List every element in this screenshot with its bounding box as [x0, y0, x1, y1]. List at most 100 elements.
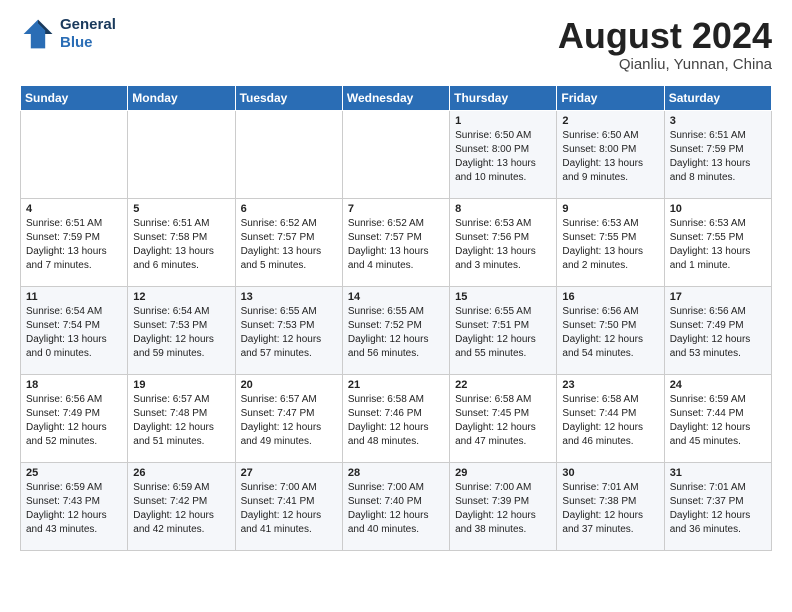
location: Qianliu, Yunnan, China [558, 56, 772, 73]
calendar-cell: 2 Sunrise: 6:50 AM Sunset: 8:00 PM Daylig… [557, 110, 664, 198]
calendar-cell: 14 Sunrise: 6:55 AM Sunset: 7:52 PM Dayli… [342, 286, 449, 374]
col-saturday: Saturday [664, 85, 771, 110]
logo-text: General Blue [60, 16, 116, 52]
day-info: Sunrise: 7:01 AM Sunset: 7:37 PM Dayligh… [670, 481, 766, 537]
day-number: 30 [562, 467, 658, 479]
day-number: 31 [670, 467, 766, 479]
calendar-cell: 5Sunrise: 6:51 AM Sunset: 7:58 PM Daylig… [128, 198, 235, 286]
day-info: Sunrise: 6:57 AM Sunset: 7:47 PM Dayligh… [241, 393, 337, 449]
day-info: Sunrise: 6:51 AM Sunset: 7:59 PM Dayligh… [26, 217, 122, 273]
day-number: 9 [562, 203, 658, 215]
col-tuesday: Tuesday [235, 85, 342, 110]
day-info: Sunrise: 6:50 AM Sunset: 8:00 PM Dayligh… [562, 129, 658, 185]
day-number: 2 [562, 115, 658, 127]
day-number: 21 [348, 379, 444, 391]
day-info: Sunrise: 6:59 AM Sunset: 7:44 PM Dayligh… [670, 393, 766, 449]
page: General Blue August 2024 Qianliu, Yunnan… [0, 0, 792, 567]
day-number: 24 [670, 379, 766, 391]
day-number: 11 [26, 291, 122, 303]
day-info: Sunrise: 7:00 AM Sunset: 7:39 PM Dayligh… [455, 481, 551, 537]
day-number: 27 [241, 467, 337, 479]
calendar-cell: 25 Sunrise: 6:59 AM Sunset: 7:43 PM Dayli… [21, 462, 128, 550]
day-number: 16 [562, 291, 658, 303]
day-info: Sunrise: 6:51 AM Sunset: 7:58 PM Dayligh… [133, 217, 229, 273]
day-info: Sunrise: 6:56 AM Sunset: 7:49 PM Dayligh… [670, 305, 766, 361]
day-number: 1 [455, 115, 551, 127]
day-info: Sunrise: 6:54 AM Sunset: 7:53 PM Dayligh… [133, 305, 229, 361]
day-info: Sunrise: 6:58 AM Sunset: 7:46 PM Dayligh… [348, 393, 444, 449]
calendar-cell: 19Sunrise: 6:57 AM Sunset: 7:48 PM Dayli… [128, 374, 235, 462]
calendar-cell: 30Sunrise: 7:01 AM Sunset: 7:38 PM Dayli… [557, 462, 664, 550]
day-info: Sunrise: 6:53 AM Sunset: 7:55 PM Dayligh… [562, 217, 658, 273]
calendar-cell: 1 Sunrise: 6:50 AM Sunset: 8:00 PM Daylig… [450, 110, 557, 198]
calendar-cell [342, 110, 449, 198]
day-info: Sunrise: 6:55 AM Sunset: 7:51 PM Dayligh… [455, 305, 551, 361]
day-number: 26 [133, 467, 229, 479]
calendar-cell: 26 Sunrise: 6:59 AM Sunset: 7:42 PM Dayli… [128, 462, 235, 550]
day-info: Sunrise: 6:52 AM Sunset: 7:57 PM Dayligh… [348, 217, 444, 273]
calendar-cell: 22Sunrise: 6:58 AM Sunset: 7:45 PM Dayli… [450, 374, 557, 462]
calendar-cell: 11 Sunrise: 6:54 AM Sunset: 7:54 PM Dayli… [21, 286, 128, 374]
day-info: Sunrise: 6:55 AM Sunset: 7:52 PM Dayligh… [348, 305, 444, 361]
calendar-week-4: 25 Sunrise: 6:59 AM Sunset: 7:43 PM Dayli… [21, 462, 772, 550]
calendar-cell: 23 Sunrise: 6:58 AM Sunset: 7:44 PM Dayli… [557, 374, 664, 462]
calendar-cell: 27 Sunrise: 7:00 AM Sunset: 7:41 PM Dayli… [235, 462, 342, 550]
calendar-cell: 8Sunrise: 6:53 AM Sunset: 7:56 PM Daylig… [450, 198, 557, 286]
logo-icon [20, 16, 56, 52]
header-row: Sunday Monday Tuesday Wednesday Thursday… [21, 85, 772, 110]
calendar-week-2: 11 Sunrise: 6:54 AM Sunset: 7:54 PM Dayli… [21, 286, 772, 374]
day-number: 28 [348, 467, 444, 479]
header: General Blue August 2024 Qianliu, Yunnan… [20, 16, 772, 73]
day-info: Sunrise: 6:53 AM Sunset: 7:56 PM Dayligh… [455, 217, 551, 273]
calendar-cell: 13Sunrise: 6:55 AM Sunset: 7:53 PM Dayli… [235, 286, 342, 374]
calendar-cell: 15 Sunrise: 6:55 AM Sunset: 7:51 PM Dayli… [450, 286, 557, 374]
day-number: 3 [670, 115, 766, 127]
calendar-cell: 4 Sunrise: 6:51 AM Sunset: 7:59 PM Daylig… [21, 198, 128, 286]
day-info: Sunrise: 6:59 AM Sunset: 7:43 PM Dayligh… [26, 481, 122, 537]
col-monday: Monday [128, 85, 235, 110]
calendar-cell [21, 110, 128, 198]
day-info: Sunrise: 6:53 AM Sunset: 7:55 PM Dayligh… [670, 217, 766, 273]
day-info: Sunrise: 7:00 AM Sunset: 7:41 PM Dayligh… [241, 481, 337, 537]
day-number: 10 [670, 203, 766, 215]
title-block: August 2024 Qianliu, Yunnan, China [558, 16, 772, 73]
day-info: Sunrise: 6:57 AM Sunset: 7:48 PM Dayligh… [133, 393, 229, 449]
day-number: 15 [455, 291, 551, 303]
calendar-cell: 3 Sunrise: 6:51 AM Sunset: 7:59 PM Daylig… [664, 110, 771, 198]
calendar-cell: 9 Sunrise: 6:53 AM Sunset: 7:55 PM Daylig… [557, 198, 664, 286]
day-number: 23 [562, 379, 658, 391]
day-info: Sunrise: 6:51 AM Sunset: 7:59 PM Dayligh… [670, 129, 766, 185]
calendar-week-3: 18Sunrise: 6:56 AM Sunset: 7:49 PM Dayli… [21, 374, 772, 462]
day-info: Sunrise: 6:54 AM Sunset: 7:54 PM Dayligh… [26, 305, 122, 361]
calendar-cell: 28Sunrise: 7:00 AM Sunset: 7:40 PM Dayli… [342, 462, 449, 550]
day-number: 20 [241, 379, 337, 391]
day-number: 25 [26, 467, 122, 479]
day-number: 7 [348, 203, 444, 215]
calendar-cell: 21 Sunrise: 6:58 AM Sunset: 7:46 PM Dayli… [342, 374, 449, 462]
month-title: August 2024 [558, 16, 772, 56]
col-sunday: Sunday [21, 85, 128, 110]
calendar-body: 1 Sunrise: 6:50 AM Sunset: 8:00 PM Daylig… [21, 110, 772, 550]
day-info: Sunrise: 6:56 AM Sunset: 7:50 PM Dayligh… [562, 305, 658, 361]
calendar-cell: 24 Sunrise: 6:59 AM Sunset: 7:44 PM Dayli… [664, 374, 771, 462]
calendar-cell: 16 Sunrise: 6:56 AM Sunset: 7:50 PM Dayli… [557, 286, 664, 374]
day-info: Sunrise: 6:58 AM Sunset: 7:45 PM Dayligh… [455, 393, 551, 449]
day-number: 12 [133, 291, 229, 303]
calendar-cell: 6Sunrise: 6:52 AM Sunset: 7:57 PM Daylig… [235, 198, 342, 286]
day-number: 14 [348, 291, 444, 303]
calendar-cell: 18Sunrise: 6:56 AM Sunset: 7:49 PM Dayli… [21, 374, 128, 462]
logo: General Blue [20, 16, 116, 52]
day-info: Sunrise: 6:50 AM Sunset: 8:00 PM Dayligh… [455, 129, 551, 185]
calendar-week-0: 1 Sunrise: 6:50 AM Sunset: 8:00 PM Daylig… [21, 110, 772, 198]
calendar-header: Sunday Monday Tuesday Wednesday Thursday… [21, 85, 772, 110]
calendar-cell: 20 Sunrise: 6:57 AM Sunset: 7:47 PM Dayli… [235, 374, 342, 462]
day-info: Sunrise: 6:52 AM Sunset: 7:57 PM Dayligh… [241, 217, 337, 273]
day-number: 29 [455, 467, 551, 479]
calendar-cell [235, 110, 342, 198]
day-number: 4 [26, 203, 122, 215]
calendar-cell: 10 Sunrise: 6:53 AM Sunset: 7:55 PM Dayli… [664, 198, 771, 286]
day-number: 18 [26, 379, 122, 391]
day-number: 13 [241, 291, 337, 303]
day-info: Sunrise: 6:58 AM Sunset: 7:44 PM Dayligh… [562, 393, 658, 449]
day-info: Sunrise: 6:59 AM Sunset: 7:42 PM Dayligh… [133, 481, 229, 537]
